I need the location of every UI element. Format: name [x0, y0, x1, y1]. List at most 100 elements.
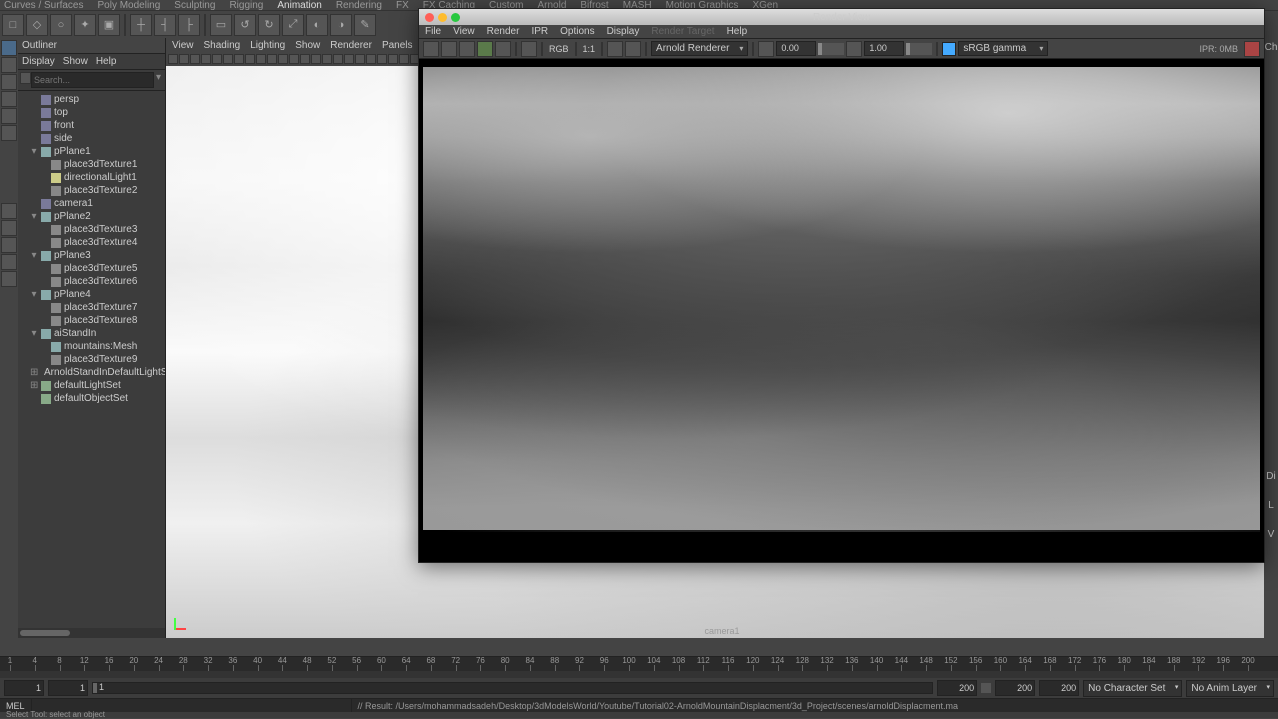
tree-item[interactable]: top: [18, 106, 165, 119]
shelf-icon[interactable]: ○: [50, 14, 72, 36]
layout-icon[interactable]: [1, 203, 17, 219]
tree-item[interactable]: place3dTexture1: [18, 158, 165, 171]
exposure-icon[interactable]: [758, 41, 774, 57]
shelf-icon[interactable]: ◇: [26, 14, 48, 36]
tree-item[interactable]: ▾aiStandIn: [18, 327, 165, 340]
menu-tab[interactable]: Rendering: [336, 0, 382, 11]
layout-icon[interactable]: [1, 237, 17, 253]
viewport-toolbar-icon[interactable]: [366, 54, 376, 64]
tree-item[interactable]: place3dTexture4: [18, 236, 165, 249]
paint-tool-icon[interactable]: [1, 74, 17, 90]
tree-item[interactable]: side: [18, 132, 165, 145]
snapshot-icon[interactable]: [459, 41, 475, 57]
move-tool-icon[interactable]: [1, 91, 17, 107]
shelf-icon[interactable]: ↺: [234, 14, 256, 36]
render-menu-item[interactable]: View: [453, 26, 475, 37]
gamma-icon[interactable]: [846, 41, 862, 57]
tree-item[interactable]: place3dTexture6: [18, 275, 165, 288]
viewport-menu-item[interactable]: Lighting: [250, 40, 285, 51]
viewport-toolbar-icon[interactable]: [311, 54, 321, 64]
viewport-toolbar-icon[interactable]: [333, 54, 343, 64]
render-menu-item[interactable]: Help: [727, 26, 748, 37]
keep-image-icon[interactable]: [607, 41, 623, 57]
viewport-menu-item[interactable]: Show: [295, 40, 320, 51]
tree-item[interactable]: persp: [18, 93, 165, 106]
render-view-titlebar[interactable]: Render View: [419, 9, 1264, 25]
menu-tab[interactable]: Poly Modeling: [97, 0, 160, 11]
shelf-icon[interactable]: ◑: [330, 14, 352, 36]
viewport-menu-item[interactable]: View: [172, 40, 194, 51]
search-dropdown-icon[interactable]: ▾: [154, 72, 163, 88]
tree-item[interactable]: front: [18, 119, 165, 132]
minimize-icon[interactable]: [438, 13, 447, 22]
render-menu-item[interactable]: Options: [560, 26, 594, 37]
timeline[interactable]: 1481216202428323640444852566064687276808…: [0, 656, 1278, 678]
ipr-start-icon[interactable]: [477, 41, 493, 57]
viewport-toolbar-icon[interactable]: [256, 54, 266, 64]
exposure-low-slider[interactable]: [818, 43, 844, 55]
render-frame-icon[interactable]: [423, 41, 439, 57]
tree-item[interactable]: ⊞ArnoldStandInDefaultLightSet: [18, 366, 165, 379]
tree-item[interactable]: ▾pPlane1: [18, 145, 165, 158]
range-end2-input[interactable]: [1039, 680, 1079, 696]
shelf-icon[interactable]: ⤢: [282, 14, 304, 36]
shelf-icon[interactable]: □: [2, 14, 24, 36]
menu-tab[interactable]: FX: [396, 0, 409, 11]
exposure-low-input[interactable]: 0.00: [776, 41, 816, 56]
shelf-icon[interactable]: ├: [178, 14, 200, 36]
range-end-input[interactable]: [995, 680, 1035, 696]
viewport-toolbar-icon[interactable]: [344, 54, 354, 64]
tree-item[interactable]: place3dTexture8: [18, 314, 165, 327]
shelf-icon[interactable]: ┼: [130, 14, 152, 36]
maximize-icon[interactable]: [451, 13, 460, 22]
viewport-menu-item[interactable]: Shading: [204, 40, 241, 51]
viewport-toolbar-icon[interactable]: [322, 54, 332, 64]
viewport-toolbar-icon[interactable]: [388, 54, 398, 64]
layout-icon[interactable]: [1, 254, 17, 270]
layout-icon[interactable]: [1, 271, 17, 287]
shelf-icon[interactable]: ◐: [306, 14, 328, 36]
viewport-toolbar-icon[interactable]: [245, 54, 255, 64]
render-menu-item[interactable]: File: [425, 26, 441, 37]
outliner-menu-item[interactable]: Display: [22, 56, 55, 67]
channel-box-tab[interactable]: Ch: [1265, 42, 1278, 53]
tree-item[interactable]: defaultObjectSet: [18, 392, 165, 405]
menu-tab[interactable]: Animation: [277, 0, 321, 11]
range-lock-icon[interactable]: [981, 683, 991, 693]
outliner-menu-item[interactable]: Show: [63, 56, 88, 67]
viewport-toolbar-icon[interactable]: [190, 54, 200, 64]
viewport-toolbar-icon[interactable]: [234, 54, 244, 64]
render-menu-item[interactable]: Display: [607, 26, 640, 37]
menu-tab[interactable]: Curves / Surfaces: [4, 0, 83, 11]
range-vis-end-input[interactable]: [937, 680, 977, 696]
renderer-dropdown[interactable]: Arnold Renderer: [651, 41, 748, 56]
lasso-tool-icon[interactable]: [1, 57, 17, 73]
render-menu-item[interactable]: Render Target: [651, 26, 714, 37]
shelf-icon[interactable]: ▭: [210, 14, 232, 36]
shelf-icon[interactable]: ✦: [74, 14, 96, 36]
shelf-icon[interactable]: ▣: [98, 14, 120, 36]
visor-tab[interactable]: V: [1268, 529, 1275, 540]
rgb-label[interactable]: RGB: [547, 44, 571, 54]
viewport-menu-item[interactable]: Renderer: [330, 40, 372, 51]
tree-item[interactable]: place3dTexture9: [18, 353, 165, 366]
search-mode-icon[interactable]: [20, 72, 31, 84]
viewport-toolbar-icon[interactable]: [223, 54, 233, 64]
viewport-toolbar-icon[interactable]: [355, 54, 365, 64]
viewport-toolbar-icon[interactable]: [289, 54, 299, 64]
viewport-toolbar-icon[interactable]: [267, 54, 277, 64]
colorspace-dropdown[interactable]: sRGB gamma: [958, 41, 1048, 56]
ipr-refresh-icon[interactable]: [495, 41, 511, 57]
tree-item[interactable]: camera1: [18, 197, 165, 210]
viewport-toolbar-icon[interactable]: [179, 54, 189, 64]
tree-item[interactable]: ▾pPlane3: [18, 249, 165, 262]
range-vis-start-input[interactable]: [48, 680, 88, 696]
tree-item[interactable]: place3dTexture2: [18, 184, 165, 197]
rotate-tool-icon[interactable]: [1, 108, 17, 124]
tree-item[interactable]: ⊞defaultLightSet: [18, 379, 165, 392]
render-menu-item[interactable]: Render: [487, 26, 520, 37]
range-start-input[interactable]: [4, 680, 44, 696]
shelf-icon[interactable]: ↻: [258, 14, 280, 36]
tree-item[interactable]: ▾pPlane2: [18, 210, 165, 223]
viewport-toolbar-icon[interactable]: [201, 54, 211, 64]
